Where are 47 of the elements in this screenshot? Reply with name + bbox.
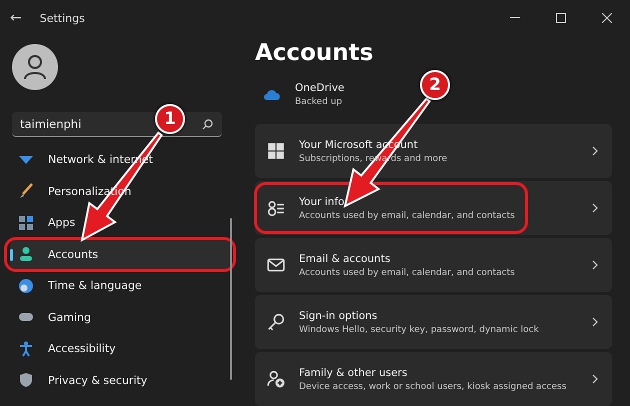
- settings-card[interactable]: Email & accounts Accounts used by email, calendar, and contacts: [255, 238, 612, 292]
- close-icon: [602, 13, 612, 23]
- chevron-icon: [592, 146, 598, 156]
- avatar: [12, 44, 58, 90]
- step-number: 2: [420, 70, 450, 100]
- chevron-icon: [592, 203, 598, 213]
- scrollbar[interactable]: [230, 218, 232, 380]
- card-subtitle: Accounts used by email, calendar, and contacts: [299, 210, 515, 220]
- windows-logo-icon: [267, 142, 285, 160]
- card-title: Your info: [299, 196, 346, 208]
- back-button[interactable]: ←: [10, 10, 22, 26]
- chevron-icon: [592, 317, 598, 327]
- accessibility-icon: [18, 340, 34, 357]
- nav-item[interactable]: Apps: [10, 208, 230, 238]
- card-subtitle: Device access, work or school users, kiosk assigned access: [299, 382, 566, 392]
- onedrive-status: Backed up: [295, 96, 344, 106]
- nav-item[interactable]: Gaming: [10, 302, 230, 332]
- card-title: Family & other users: [299, 366, 408, 378]
- settings-card[interactable]: Your info Accounts used by email, calendar, and contacts: [255, 181, 612, 235]
- settings-card[interactable]: Sign-in options Windows Hello, security key, password, dynamic lock: [255, 295, 612, 349]
- search-icon: [202, 119, 213, 130]
- card-subtitle: Accounts used by email, calendar, and contacts: [299, 268, 515, 278]
- card-title: Email & accounts: [299, 252, 392, 264]
- chevron-icon: [592, 374, 598, 384]
- add-person-icon: [267, 370, 285, 388]
- cloud-icon: [263, 88, 281, 100]
- nav-item[interactable]: Privacy & security: [10, 366, 230, 395]
- maximize-icon: [556, 13, 566, 23]
- card-subtitle: Windows Hello, security key, password, dynamic lock: [299, 324, 539, 334]
- brush-icon: [18, 183, 34, 200]
- shield-icon: [18, 372, 34, 388]
- nav-item[interactable]: Time & language: [10, 271, 230, 300]
- card-title: Sign-in options: [299, 310, 378, 322]
- page-title: Accounts: [255, 40, 374, 66]
- apps-icon: [18, 214, 34, 231]
- envelope-icon: [267, 256, 285, 274]
- settings-card[interactable]: Family & other users Device access, work or school users, kiosk assigned access: [255, 352, 612, 406]
- onedrive-title: OneDrive: [295, 82, 344, 94]
- chevron-icon: [592, 260, 598, 270]
- person-icon: [18, 246, 34, 262]
- step-number: 1: [155, 104, 185, 134]
- nav-item[interactable]: Accessibility: [10, 334, 230, 364]
- key-icon: [267, 313, 285, 331]
- minimize-icon: [510, 17, 520, 19]
- contact-card-icon: [267, 199, 285, 217]
- globe-icon: [18, 278, 34, 294]
- window-title: Settings: [40, 12, 85, 24]
